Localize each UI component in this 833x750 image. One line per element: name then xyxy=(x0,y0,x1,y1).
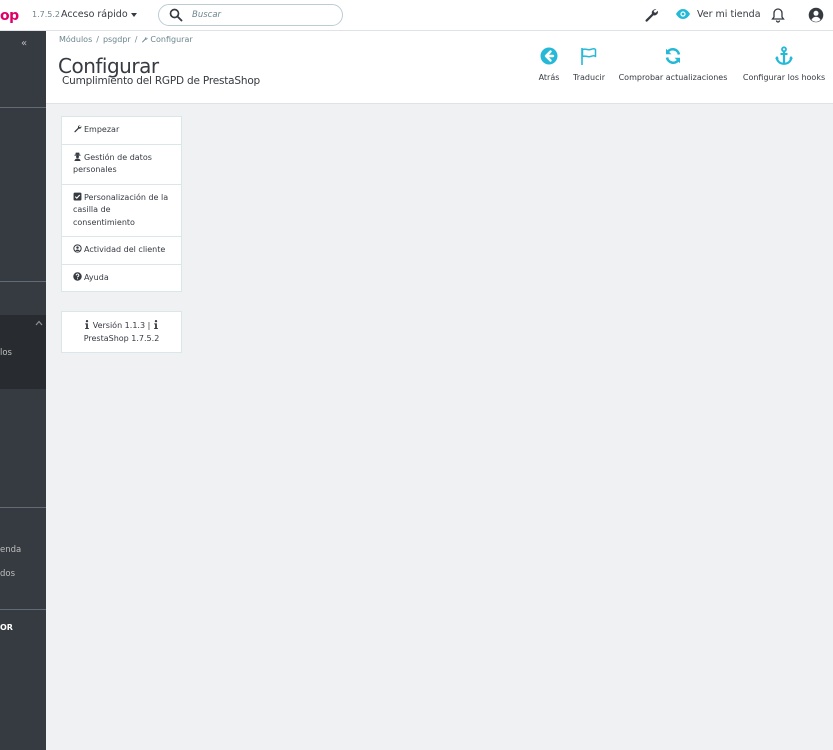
tab-label: Ayuda xyxy=(84,272,109,282)
caret-down-icon xyxy=(130,12,137,17)
sidebar-item-orders[interactable]: dos xyxy=(0,569,15,579)
anchor-icon xyxy=(775,46,793,65)
user-account-icon[interactable] xyxy=(808,7,824,23)
translate-button[interactable]: Traducir xyxy=(568,46,610,88)
info-icon xyxy=(153,320,158,329)
search-input[interactable] xyxy=(192,8,332,22)
sidebar-divider xyxy=(0,281,46,282)
breadcrumb-separator: / xyxy=(134,35,138,44)
version-info: Versión 1.1.3 | PrestaShop 1.7.5.2 xyxy=(61,311,182,353)
quick-access-dropdown[interactable]: Acceso rápido xyxy=(61,9,137,20)
configure-hooks-button[interactable]: Configurar los hooks xyxy=(739,46,829,88)
tab-personal-data[interactable]: Gestión de datos personales xyxy=(62,145,181,185)
back-button[interactable]: Atrás xyxy=(534,46,564,88)
tab-label: Empezar xyxy=(84,125,120,134)
page-header: Módulos / psgdpr / Configurar Configurar Cum… xyxy=(46,31,833,104)
view-shop-label: Ver mi tienda xyxy=(697,8,761,20)
page-subtitle: Cumplimiento del RGPD de PrestaShop xyxy=(62,75,261,87)
view-shop-link[interactable]: Ver mi tienda xyxy=(675,8,761,20)
module-tabs: Empezar Gestión de datos personales Pers… xyxy=(61,116,182,292)
breadcrumb: Módulos / psgdpr / Configurar xyxy=(59,35,193,44)
check-updates-button[interactable]: Comprobar actualizaciones xyxy=(615,46,731,88)
sidebar-section-heading: OR xyxy=(0,623,13,632)
sidebar: « los enda dos OR xyxy=(0,31,46,750)
check-square-icon xyxy=(73,192,82,200)
wrench-icon[interactable] xyxy=(643,7,659,23)
sidebar-item-shop[interactable]: enda xyxy=(0,545,21,555)
back-button-label: Atrás xyxy=(538,73,560,82)
quick-access-label: Acceso rápido xyxy=(61,9,128,20)
module-version: Versión 1.1.3 | xyxy=(92,321,151,330)
wrench-icon xyxy=(142,36,148,42)
info-icon xyxy=(85,320,90,329)
logo[interactable]: op xyxy=(0,8,19,24)
configure-hooks-button-label: Configurar los hooks xyxy=(742,73,826,82)
sidebar-divider xyxy=(0,609,46,610)
search-box[interactable] xyxy=(158,4,343,26)
tab-label: Personalización de la casilla de consent… xyxy=(73,192,169,227)
tab-get-started[interactable]: Empezar xyxy=(62,117,181,145)
sidebar-item-modules[interactable]: los xyxy=(0,348,12,358)
breadcrumb-separator: / xyxy=(96,35,99,44)
bell-icon[interactable] xyxy=(771,7,785,23)
chevron-up-icon[interactable] xyxy=(35,320,43,326)
user-secret-icon xyxy=(74,152,81,161)
top-bar: op 1.7.5.2 Acceso rápido Ver mi tienda xyxy=(0,0,833,31)
tab-label: Gestión de datos personales xyxy=(73,152,152,175)
version-label: 1.7.5.2 xyxy=(32,10,60,19)
tab-consent-checkbox[interactable]: Personalización de la casilla de consent… xyxy=(62,185,181,237)
user-circle-icon xyxy=(73,244,82,253)
translate-button-label: Traducir xyxy=(573,73,605,82)
tab-help[interactable]: Ayuda xyxy=(62,265,181,292)
check-updates-button-label: Comprobar actualizaciones xyxy=(618,73,728,82)
tab-customer-activity[interactable]: Actividad del cliente xyxy=(62,237,181,265)
question-circle-icon xyxy=(73,271,82,281)
refresh-icon xyxy=(665,47,681,65)
search-icon[interactable] xyxy=(169,8,183,22)
sidebar-divider xyxy=(0,107,46,108)
collapse-sidebar-icon[interactable]: « xyxy=(21,38,27,49)
sidebar-divider xyxy=(0,507,46,508)
arrow-left-circle-icon xyxy=(540,47,558,65)
prestashop-version: PrestaShop 1.7.5.2 xyxy=(83,333,160,343)
breadcrumb-item-current: Configurar xyxy=(150,35,193,44)
tab-label: Actividad del cliente xyxy=(84,245,166,254)
eye-icon xyxy=(676,9,690,19)
flag-icon xyxy=(581,48,597,65)
breadcrumb-item[interactable]: psgdpr xyxy=(103,35,131,44)
wrench-icon xyxy=(74,125,82,133)
breadcrumb-item[interactable]: Módulos xyxy=(59,35,92,44)
